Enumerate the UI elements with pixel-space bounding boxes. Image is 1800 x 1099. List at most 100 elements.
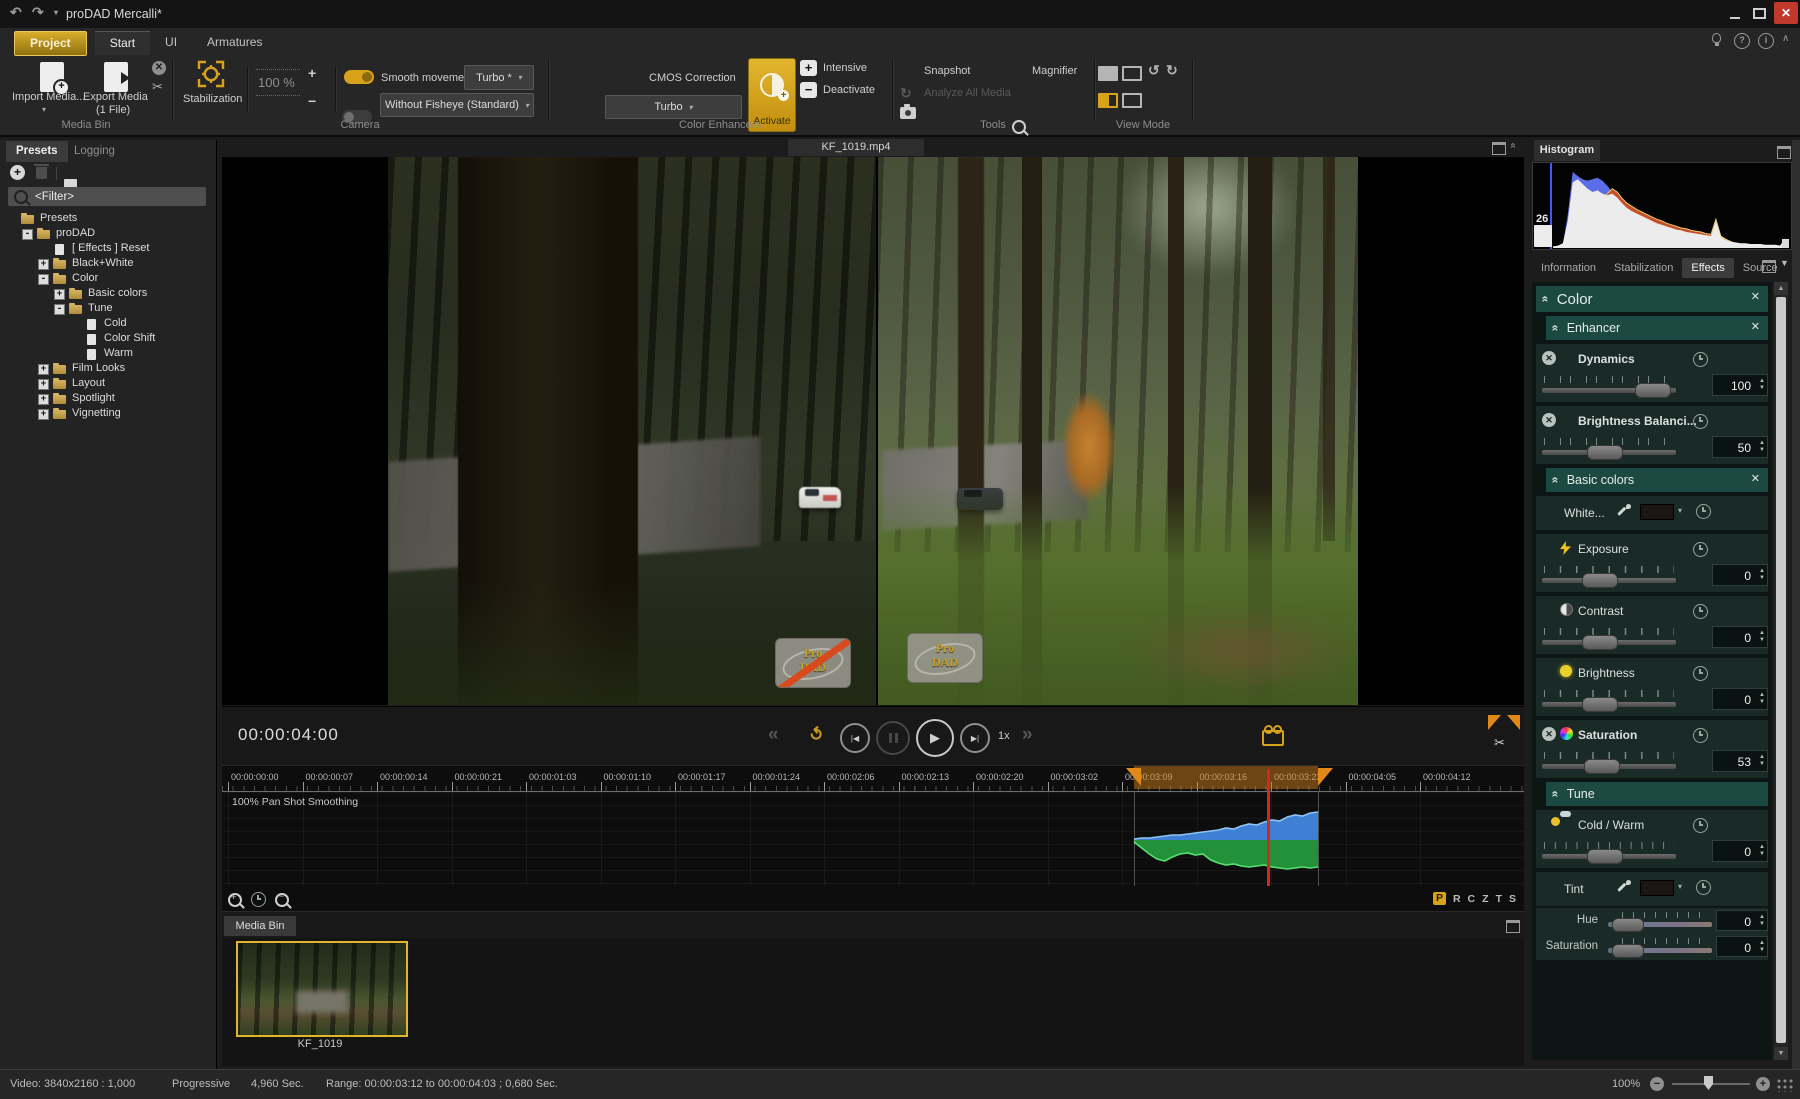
effect-slider[interactable] bbox=[1542, 438, 1676, 460]
keyframe-clock-icon[interactable] bbox=[1696, 880, 1711, 895]
keyframe-clock-icon[interactable] bbox=[1693, 414, 1708, 429]
color-swatch[interactable] bbox=[1640, 880, 1674, 896]
deactivate-button[interactable]: − bbox=[800, 82, 817, 98]
delete-preset-icon[interactable] bbox=[36, 167, 47, 179]
remove-effect-icon[interactable]: ✕ bbox=[1542, 727, 1556, 741]
cut-scissors-icon[interactable]: ✂ bbox=[1494, 735, 1505, 751]
snapshot-icon[interactable] bbox=[900, 107, 916, 119]
fisheye-dropdown[interactable]: Without Fisheye (Standard)▾ bbox=[380, 93, 534, 117]
slider-thumb[interactable] bbox=[1587, 849, 1623, 864]
smooth-movements-toggle[interactable] bbox=[344, 70, 374, 84]
help-icon[interactable]: ? bbox=[1734, 33, 1750, 49]
rotate-right-icon[interactable]: ↻ bbox=[1166, 62, 1178, 79]
timeline-zoom-out-icon[interactable]: − bbox=[275, 893, 289, 907]
trim-in-marker-icon[interactable] bbox=[1488, 715, 1501, 730]
undo-icon[interactable]: ↶ bbox=[10, 4, 22, 21]
keyframe-clock-icon[interactable] bbox=[1693, 818, 1708, 833]
menu-tab-ui[interactable]: UI bbox=[150, 31, 192, 54]
tree-expand-icon[interactable]: + bbox=[54, 289, 65, 300]
titlebar-menu-caret-icon[interactable]: ▾ bbox=[54, 8, 58, 17]
tree-expand-icon[interactable]: - bbox=[54, 304, 65, 315]
mode-letter-z[interactable]: Z bbox=[1482, 893, 1488, 905]
scrollbar-thumb[interactable] bbox=[1776, 297, 1786, 1043]
tree-item-vignetting[interactable]: +Vignetting bbox=[4, 407, 214, 422]
zoom-plus-button[interactable]: + bbox=[1756, 1077, 1770, 1091]
effect-slider[interactable] bbox=[1542, 376, 1676, 398]
section-header-basic-colors[interactable]: «Basic colors✕ bbox=[1546, 468, 1768, 492]
play-button[interactable]: ▶ bbox=[916, 719, 954, 757]
value-spinner[interactable]: ▲▼ bbox=[1759, 754, 1765, 768]
preview-collapse-icon[interactable]: « bbox=[1507, 143, 1518, 149]
collapse-icon[interactable]: « bbox=[1548, 477, 1562, 484]
slider-thumb[interactable] bbox=[1587, 445, 1623, 460]
keyframe-clock-icon[interactable] bbox=[1693, 542, 1708, 557]
playhead[interactable] bbox=[1267, 769, 1270, 886]
effect-value-box[interactable]: 100▲▼ bbox=[1712, 374, 1768, 396]
tab-presets[interactable]: Presets bbox=[6, 141, 68, 162]
tree-expand-icon[interactable]: + bbox=[38, 409, 49, 420]
scissors-icon[interactable]: ✂ bbox=[152, 79, 163, 95]
tree-item-prodad[interactable]: -proDAD bbox=[4, 227, 214, 242]
section-header-tune[interactable]: «Tune bbox=[1546, 782, 1768, 806]
preset-filter-input[interactable]: <Filter> bbox=[8, 187, 206, 206]
zoom-in-button[interactable]: + bbox=[308, 65, 316, 81]
tree-expand-icon[interactable]: + bbox=[38, 379, 49, 390]
tree-item-basic-colors[interactable]: +Basic colors bbox=[4, 287, 214, 302]
skip-start-button[interactable]: |◀ bbox=[840, 723, 870, 753]
import-media-button[interactable]: + bbox=[32, 60, 88, 116]
range-end-marker[interactable] bbox=[1318, 768, 1333, 786]
scroll-down-icon[interactable]: ▼ bbox=[1774, 1047, 1788, 1060]
tree-item-warm[interactable]: Warm bbox=[4, 347, 214, 362]
snapshot-label[interactable]: Snapshot bbox=[924, 65, 970, 77]
split-divider[interactable] bbox=[876, 157, 878, 705]
caret-down-icon[interactable]: ▾ bbox=[1678, 506, 1682, 515]
value-spinner[interactable]: ▲▼ bbox=[1759, 692, 1765, 706]
value-spinner[interactable]: ▲▼ bbox=[1759, 914, 1765, 928]
tab-information[interactable]: Information bbox=[1532, 258, 1605, 278]
inspector-panel-icon[interactable] bbox=[1762, 260, 1776, 273]
media-bin-panel-icon[interactable] bbox=[1506, 920, 1520, 933]
tree-item-spotlight[interactable]: +Spotlight bbox=[4, 392, 214, 407]
menu-tab-armatures[interactable]: Armatures bbox=[192, 31, 277, 54]
remove-effect-icon[interactable]: ✕ bbox=[1542, 413, 1556, 427]
clip-thumbnail[interactable] bbox=[236, 941, 408, 1037]
effect-slider[interactable] bbox=[1542, 842, 1676, 864]
eyedropper-icon[interactable] bbox=[1618, 880, 1632, 894]
slider-thumb[interactable] bbox=[1612, 944, 1644, 958]
effect-slider[interactable] bbox=[1542, 566, 1676, 588]
timeline-zoom-in-icon[interactable]: + bbox=[228, 893, 242, 907]
caret-down-icon[interactable]: ▾ bbox=[1678, 882, 1682, 891]
value-spinner[interactable]: ▲▼ bbox=[1759, 568, 1765, 582]
export-clip-icon[interactable] bbox=[1262, 730, 1284, 746]
tree-item-color[interactable]: -Color bbox=[4, 272, 214, 287]
mode-letter-c[interactable]: C bbox=[1468, 893, 1476, 905]
tree-item-presets[interactable]: Presets bbox=[4, 212, 214, 227]
single-view-icon[interactable] bbox=[1098, 66, 1118, 81]
slider-thumb[interactable] bbox=[1635, 383, 1671, 398]
smooth-mode-dropdown[interactable]: Turbo *▾ bbox=[464, 65, 534, 90]
value-spinner[interactable]: ▲▼ bbox=[1759, 440, 1765, 454]
import-media-label[interactable]: Import Media... bbox=[12, 91, 85, 103]
keyframe-clock-icon[interactable] bbox=[1696, 504, 1711, 519]
effects-scrollbar[interactable]: ▲ ▼ bbox=[1774, 282, 1788, 1060]
rotate-left-icon[interactable]: ↺ bbox=[1148, 62, 1160, 79]
effect-value-box[interactable]: 50▲▼ bbox=[1712, 436, 1768, 458]
scroll-up-icon[interactable]: ▲ bbox=[1774, 282, 1788, 295]
zoom-out-button[interactable]: − bbox=[308, 93, 316, 109]
range-start-marker[interactable] bbox=[1126, 768, 1141, 786]
histogram-panel-icon[interactable] bbox=[1777, 146, 1791, 159]
skip-end-button[interactable]: ▶| bbox=[960, 723, 990, 753]
section-header-color[interactable]: «Color✕ bbox=[1536, 286, 1768, 312]
collapse-icon[interactable]: « bbox=[1548, 325, 1562, 332]
preview-file-tab[interactable]: KF_1019.mp4 bbox=[788, 139, 924, 156]
color-swatch[interactable] bbox=[1640, 504, 1674, 520]
stabilization-button[interactable] bbox=[196, 59, 228, 91]
export-media-label[interactable]: Export Media bbox=[83, 91, 148, 103]
close-button[interactable]: ✕ bbox=[1774, 2, 1798, 24]
tree-item-black-white[interactable]: +Black+White bbox=[4, 257, 214, 272]
playback-speed[interactable]: 1x bbox=[998, 730, 1010, 742]
keyframe-clock-icon[interactable] bbox=[1693, 352, 1708, 367]
collapse-icon[interactable]: « bbox=[1548, 791, 1562, 798]
import-caret-icon[interactable]: ▾ bbox=[42, 105, 46, 114]
selected-range-band[interactable] bbox=[1134, 766, 1318, 789]
